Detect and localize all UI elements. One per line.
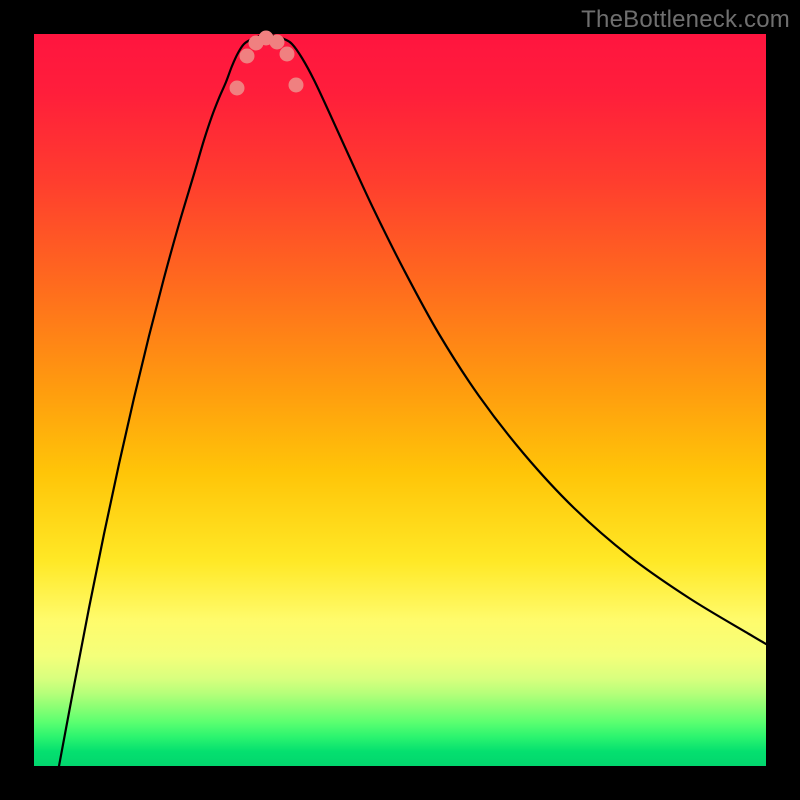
plot-area — [34, 34, 766, 766]
valley-marker — [230, 81, 244, 95]
valley-marker — [240, 49, 254, 63]
valley-marker — [280, 47, 294, 61]
bottleneck-curve — [59, 35, 766, 766]
valley-marker — [270, 35, 284, 49]
chart-frame: TheBottleneck.com — [0, 0, 800, 800]
valley-marker — [289, 78, 303, 92]
chart-svg — [34, 34, 766, 766]
watermark-text: TheBottleneck.com — [581, 6, 790, 34]
valley-markers — [230, 31, 303, 95]
